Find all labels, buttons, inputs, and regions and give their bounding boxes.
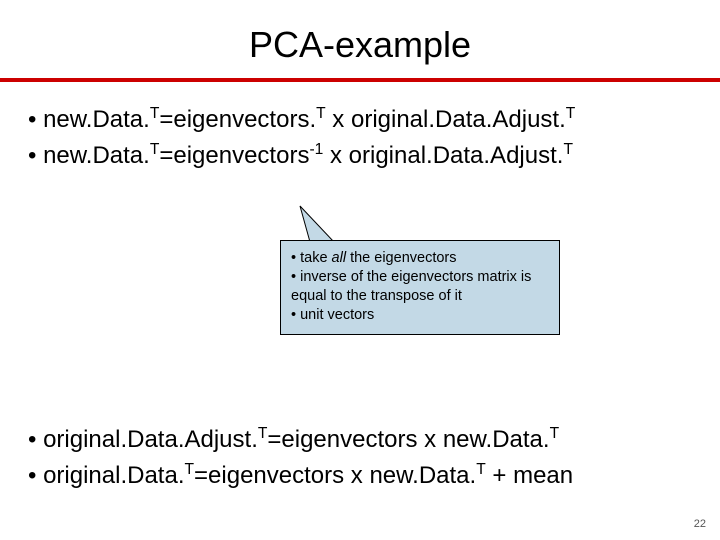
slide-title: PCA-example — [0, 0, 720, 78]
eq2-rhs-sup: T — [563, 141, 573, 158]
bullet-eq3: • original.Data.Adjust.T=eigenvectors x … — [28, 424, 692, 456]
eq4-rhs-sup: T — [476, 461, 486, 478]
eq2-eq: =eigenvectors — [159, 142, 309, 169]
eq3-eq: =eigenvectors x new.Data. — [267, 426, 549, 453]
callout-box: • take all the eigenvectors • inverse of… — [280, 240, 560, 335]
eq1-lhs: new.Data. — [43, 106, 150, 133]
bullet-eq4: • original.Data.T=eigenvectors x new.Dat… — [28, 460, 692, 492]
eq4-lhs: original.Data. — [43, 462, 184, 489]
callout-line-1: • take all the eigenvectors — [291, 249, 549, 268]
eq4-lhs-sup: T — [185, 461, 195, 478]
callout-tail-icon — [298, 204, 358, 244]
eq1-rhs: x original.Data.Adjust. — [326, 106, 566, 133]
callout-l1-pre: • take — [291, 250, 332, 266]
callout-line-2: • inverse of the eigenvectors matrix is … — [291, 268, 549, 306]
eq3-lhs: original.Data.Adjust. — [43, 426, 258, 453]
eq2-rhs: x original.Data.Adjust. — [323, 142, 563, 169]
eq3-lhs-sup: T — [258, 425, 268, 442]
callout: • take all the eigenvectors • inverse of… — [280, 240, 560, 335]
slide: PCA-example • new.Data.T=eigenvectors.T … — [0, 0, 720, 540]
eq2-lhs-sup: T — [150, 141, 160, 158]
eq1-lhs-sup: T — [150, 105, 160, 122]
eq1-rhs-sup: T — [566, 105, 576, 122]
eq3-rhs-sup: T — [550, 425, 560, 442]
content-bottom: • original.Data.Adjust.T=eigenvectors x … — [28, 420, 692, 497]
eq2-lhs: new.Data. — [43, 142, 150, 169]
bullet-eq1: • new.Data.T=eigenvectors.T x original.D… — [28, 104, 692, 136]
eq4-eq: =eigenvectors x new.Data. — [194, 462, 476, 489]
eq1-mid-sup: T — [316, 105, 326, 122]
callout-line-3: • unit vectors — [291, 306, 549, 325]
callout-l1-post: the eigenvectors — [346, 250, 456, 266]
eq4-tail: + mean — [486, 462, 573, 489]
content-top: • new.Data.T=eigenvectors.T x original.D… — [0, 82, 720, 173]
eq1-eq: =eigenvectors. — [159, 106, 316, 133]
eq2-mid-sup: -1 — [309, 141, 323, 158]
page-number: 22 — [694, 518, 706, 530]
callout-l1-ital: all — [332, 250, 347, 266]
bullet-eq2: • new.Data.T=eigenvectors-1 x original.D… — [28, 140, 692, 172]
